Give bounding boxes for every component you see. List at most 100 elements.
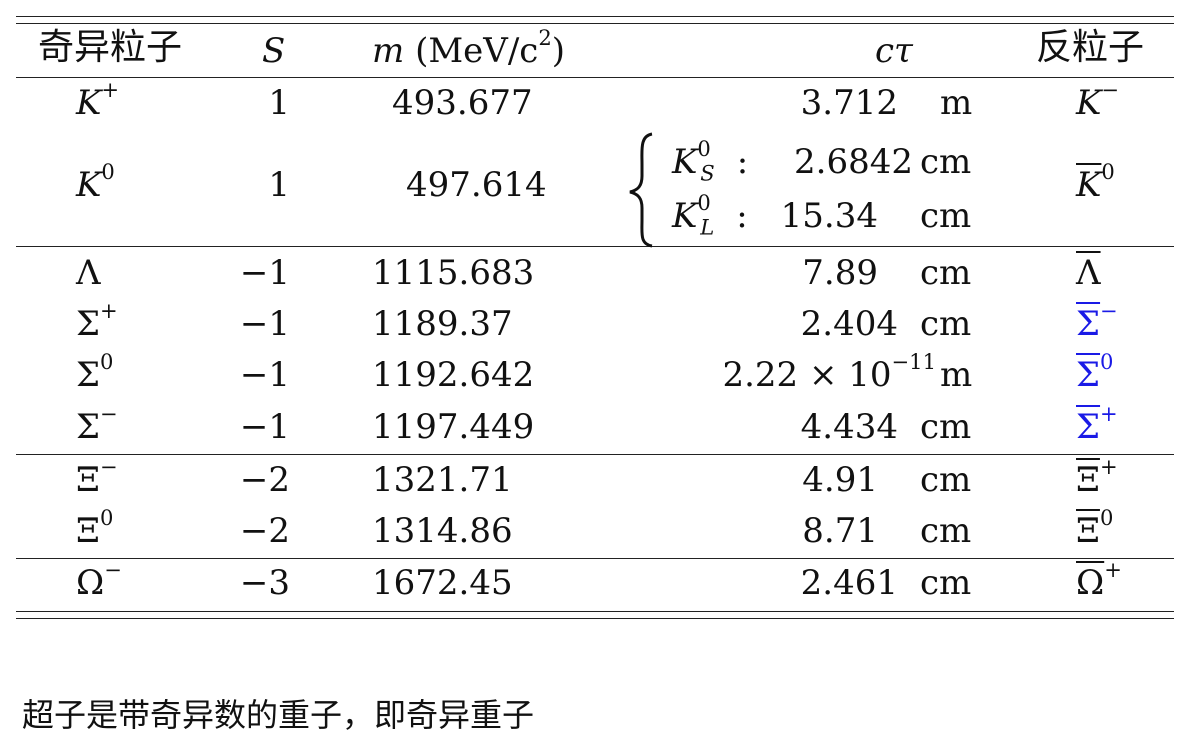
strangeness-cell: −2 <box>239 460 290 500</box>
particle-cell: Ξ0 <box>76 507 113 548</box>
mass-cell: 1321.71 <box>372 460 513 500</box>
antiparticle-symbol: Σ <box>1076 304 1101 344</box>
strangeness-cell: −1 <box>239 407 290 447</box>
particle-cell: Σ0 <box>76 351 113 395</box>
strangeness-cell: −1 <box>239 355 290 395</box>
caption: 超子是带奇异数的重子，即奇异重子 <box>22 696 535 734</box>
strangeness-cell: 1 <box>268 83 290 123</box>
antiparticle-symbol: Ω <box>1076 563 1105 603</box>
ctau-mantissa: 2.22 × 10 <box>722 355 892 395</box>
mass-cell: 1197.449 <box>372 407 535 447</box>
strangeness-cell: −3 <box>239 563 290 603</box>
particle-symbol: Σ <box>76 407 101 447</box>
header-particle: 奇异粒子 <box>38 27 183 68</box>
antiparticle-symbol: Σ <box>1076 355 1101 395</box>
particle-charge: 0 <box>100 349 114 375</box>
ctau-unit: cm <box>920 407 972 447</box>
ctau-brace <box>629 132 653 248</box>
ctau-split-unit: cm <box>920 196 972 236</box>
antiparticle-cell: Σ+ <box>1076 403 1118 447</box>
ctau-split-label: K0S: <box>672 138 749 183</box>
header-rule <box>16 77 1174 78</box>
antiparticle-cell: Ξ0 <box>1076 507 1113 548</box>
ctau-split-label: K0L: <box>672 192 748 240</box>
particle-symbol: K <box>76 165 102 205</box>
particle-cell: K0 <box>76 161 115 205</box>
mass-cell: 1192.642 <box>372 355 535 395</box>
ctau-split-subscript: L <box>700 214 715 240</box>
header-strangeness: S <box>262 31 286 71</box>
particle-symbol: Ω <box>76 563 105 603</box>
antiparticle-cell: Λ <box>1076 256 1101 290</box>
ctau-value: 2.404 <box>800 304 898 344</box>
antiparticle-charge: + <box>1099 454 1118 480</box>
ctau-unit: m <box>940 355 973 395</box>
particle-charge: − <box>104 557 122 583</box>
header-mass: m (MeV/c2) <box>372 27 565 71</box>
ctau-unit: cm <box>920 304 972 344</box>
strangeness-cell: −1 <box>239 253 290 293</box>
table-top-rule-1 <box>16 16 1174 17</box>
header-mass-exp: 2 <box>538 25 552 51</box>
antiparticle-symbol: Λ <box>1076 253 1101 293</box>
particle-cell: Ξ− <box>76 456 118 500</box>
particle-cell: Σ− <box>76 403 118 447</box>
ctau-value: 8.71 <box>802 511 878 551</box>
particle-symbol: Σ <box>76 304 101 344</box>
ctau-value: 7.89 <box>802 253 878 293</box>
antiparticle-symbol: K <box>1076 165 1102 205</box>
mass-cell: 1314.86 <box>372 511 513 551</box>
mass-cell: 1672.45 <box>372 563 513 603</box>
particle-cell: Σ+ <box>76 300 118 344</box>
particle-cell: K+ <box>76 79 119 123</box>
mass-cell: 497.614 <box>406 165 547 205</box>
antiparticle-symbol: K <box>1076 83 1102 123</box>
particle-symbol: K <box>76 83 102 123</box>
antiparticle-charge: 0 <box>1101 159 1115 185</box>
ctau-split-colon: : <box>736 196 748 236</box>
table-bottom-rule-2 <box>16 618 1174 619</box>
ctau-unit: cm <box>920 563 972 603</box>
antiparticle-symbol: Σ <box>1076 407 1101 447</box>
particle-symbol: Λ <box>76 253 101 293</box>
antiparticle-cell: K− <box>1076 79 1119 123</box>
particle-symbol: Ξ <box>76 460 100 500</box>
particle-charge: + <box>101 77 120 103</box>
table-top-rule-2 <box>16 23 1174 24</box>
ctau-split-symbol: K <box>672 196 698 236</box>
table-bottom-rule-1 <box>16 611 1174 612</box>
ctau-split-unit: cm <box>920 142 972 182</box>
particle-charge: 0 <box>99 505 114 531</box>
antiparticle-cell: Ω+ <box>1076 559 1122 603</box>
antiparticle-charge: 0 <box>1100 349 1114 375</box>
ctau-split-charge: 0 <box>697 136 711 162</box>
particle-charge: − <box>99 454 118 480</box>
mass-cell: 1189.37 <box>372 304 513 344</box>
header-mass-close: ) <box>551 31 565 71</box>
strangeness-cell: −2 <box>239 511 290 551</box>
ctau-value: 3.712 <box>800 83 898 123</box>
antiparticle-charge: − <box>1100 298 1118 324</box>
antiparticle-cell: K0 <box>1076 161 1115 205</box>
header-ctau: cτ <box>875 31 913 71</box>
header-antiparticle: 反粒子 <box>1036 27 1145 68</box>
ctau-split-charge: 0 <box>697 190 711 216</box>
group-rule-sigma <box>16 454 1174 455</box>
header-mass-symbol: m <box>372 31 405 71</box>
antiparticle-charge: + <box>1100 401 1118 427</box>
particle-charge: − <box>100 401 118 427</box>
ctau-value: 4.434 <box>800 407 898 447</box>
particle-charge: 0 <box>101 159 115 185</box>
ctau-value: 2.461 <box>800 563 898 603</box>
ctau-unit: cm <box>920 511 972 551</box>
header-mass-unit: (MeV/c <box>415 31 539 71</box>
particle-symbol: Σ <box>76 355 101 395</box>
antiparticle-symbol: Ξ <box>1076 460 1100 500</box>
strangeness-cell: −1 <box>239 304 290 344</box>
ctau-split-value: 2.6842 <box>794 142 913 182</box>
antiparticle-charge: 0 <box>1099 505 1114 531</box>
antiparticle-cell: Σ0 <box>1076 351 1113 395</box>
ctau-split-colon: : <box>736 142 749 182</box>
antiparticle-charge: + <box>1104 557 1122 583</box>
antiparticle-cell: Σ− <box>1076 300 1118 344</box>
